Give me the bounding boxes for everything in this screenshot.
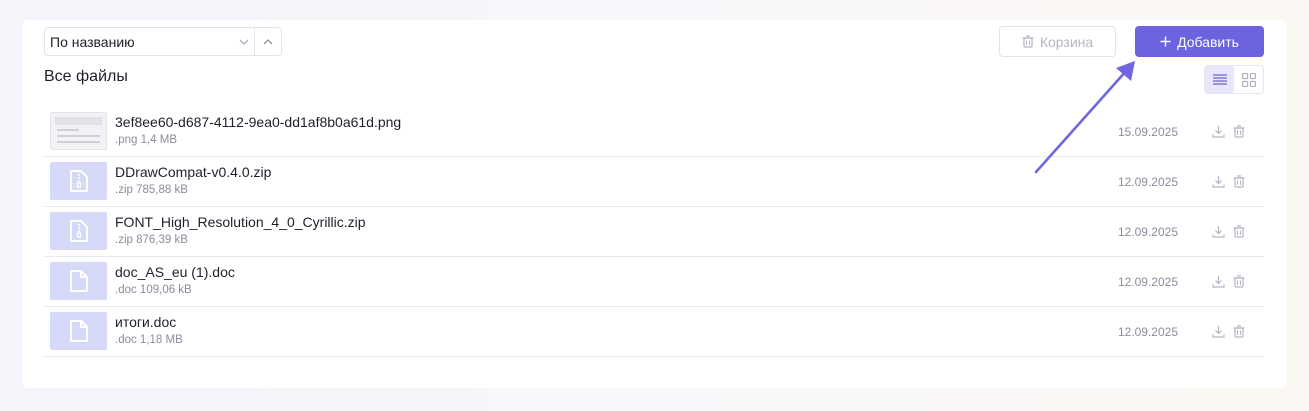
grid-view-icon bbox=[1241, 72, 1256, 87]
zip-file-thumbnail[interactable] bbox=[50, 162, 107, 200]
grid-view-button[interactable] bbox=[1234, 66, 1263, 93]
file-meta: .zip 785,88 kB bbox=[115, 184, 188, 196]
document-file-icon bbox=[69, 320, 88, 342]
section-title: Все файлы bbox=[44, 68, 128, 85]
file-meta: .zip 876,39 kB bbox=[115, 234, 188, 246]
file-name[interactable]: doc_AS_eu (1).doc bbox=[115, 264, 235, 280]
download-icon[interactable] bbox=[1209, 272, 1227, 290]
file-list: 3ef8ee60-d687-4112-9ea0-dd1af8b0a61d.png… bbox=[44, 107, 1264, 357]
trash-button[interactable]: Корзина bbox=[999, 26, 1116, 57]
file-meta: .doc 1,18 MB bbox=[115, 334, 183, 346]
trash-button-label: Корзина bbox=[1039, 33, 1094, 50]
download-icon[interactable] bbox=[1209, 172, 1227, 190]
chevron-down-icon[interactable] bbox=[234, 28, 254, 55]
image-preview-thumbnail[interactable] bbox=[50, 112, 107, 150]
view-toggle bbox=[1204, 65, 1264, 94]
file-date: 12.09.2025 bbox=[1117, 325, 1178, 339]
delete-icon[interactable] bbox=[1230, 122, 1248, 140]
download-icon[interactable] bbox=[1209, 322, 1227, 340]
delete-icon[interactable] bbox=[1230, 172, 1248, 190]
document-file-icon bbox=[69, 270, 88, 292]
plus-icon bbox=[1160, 36, 1171, 47]
file-meta: .png 1,4 MB bbox=[115, 134, 178, 146]
file-name[interactable]: FONT_High_Resolution_4_0_Cyrillic.zip bbox=[115, 214, 366, 230]
list-view-button[interactable] bbox=[1205, 66, 1234, 93]
chevron-up-icon bbox=[263, 38, 273, 44]
delete-icon[interactable] bbox=[1230, 222, 1248, 240]
file-row[interactable]: итоги.doc .doc 1,18 MB 12.09.2025 bbox=[44, 307, 1264, 357]
trash-icon bbox=[1022, 35, 1034, 48]
sort-select-value: По названию bbox=[50, 33, 135, 50]
delete-icon[interactable] bbox=[1230, 322, 1248, 340]
file-name[interactable]: DDrawCompat-v0.4.0.zip bbox=[115, 164, 271, 180]
download-icon[interactable] bbox=[1209, 222, 1227, 240]
document-file-thumbnail[interactable] bbox=[50, 262, 107, 300]
download-icon[interactable] bbox=[1209, 122, 1227, 140]
zip-file-icon bbox=[69, 220, 88, 242]
sort-direction-button[interactable] bbox=[254, 28, 281, 55]
file-date: 12.09.2025 bbox=[1117, 225, 1178, 239]
list-view-icon bbox=[1212, 74, 1227, 85]
delete-icon[interactable] bbox=[1230, 272, 1248, 290]
file-date: 12.09.2025 bbox=[1117, 175, 1178, 189]
file-meta: .doc 109,06 kB bbox=[115, 284, 192, 296]
add-button[interactable]: Добавить bbox=[1135, 26, 1264, 57]
file-row[interactable]: DDrawCompat-v0.4.0.zip .zip 785,88 kB 12… bbox=[44, 157, 1264, 207]
document-file-thumbnail[interactable] bbox=[50, 312, 107, 350]
zip-file-icon bbox=[69, 170, 88, 192]
add-button-label: Добавить bbox=[1177, 33, 1239, 50]
file-name[interactable]: 3ef8ee60-d687-4112-9ea0-dd1af8b0a61d.png bbox=[115, 114, 401, 130]
file-row[interactable]: doc_AS_eu (1).doc .doc 109,06 kB 12.09.2… bbox=[44, 257, 1264, 307]
sort-select[interactable]: По названию bbox=[44, 27, 282, 56]
file-row[interactable]: 3ef8ee60-d687-4112-9ea0-dd1af8b0a61d.png… bbox=[44, 107, 1264, 157]
file-date: 15.09.2025 bbox=[1117, 125, 1178, 139]
file-row[interactable]: FONT_High_Resolution_4_0_Cyrillic.zip .z… bbox=[44, 207, 1264, 257]
file-name[interactable]: итоги.doc bbox=[115, 314, 176, 330]
zip-file-thumbnail[interactable] bbox=[50, 212, 107, 250]
file-date: 12.09.2025 bbox=[1117, 275, 1178, 289]
